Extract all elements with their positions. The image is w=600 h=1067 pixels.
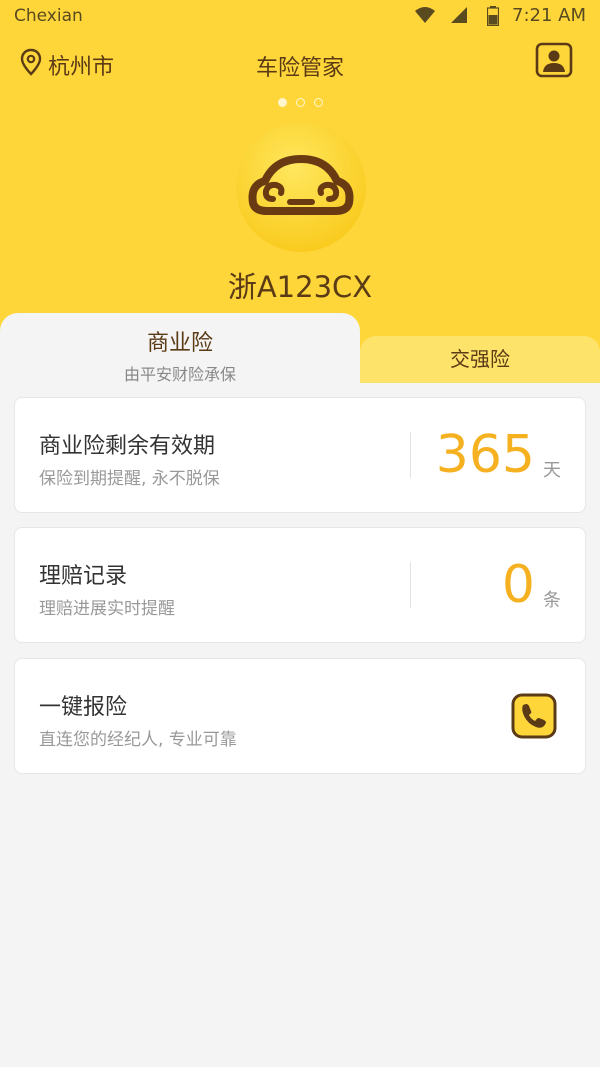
title-bar: 杭州市 车险管家 (0, 40, 600, 88)
report-card[interactable]: 一键报险 直连您的经纪人, 专业可靠 (14, 658, 586, 774)
clock: 7:21 AM (512, 5, 586, 26)
card-divider (410, 432, 411, 478)
customer-service-button[interactable] (534, 42, 574, 78)
phone-icon (511, 693, 557, 739)
agent-icon (535, 42, 573, 78)
tab-subtitle: 由平安财险承保 (123, 365, 236, 384)
tab-compulsory-insurance[interactable]: 交强险 (360, 336, 600, 383)
card-title: 一键报险 (39, 695, 128, 720)
remaining-days-value: 365 (435, 425, 535, 485)
card-title: 商业险剩余有效期 (39, 434, 216, 459)
signal-icon (449, 6, 469, 29)
tab-label: 商业险 (146, 331, 213, 356)
license-plate: 浙A123CX (227, 270, 373, 304)
status-bar: Chexian 7:21 AM (0, 0, 600, 32)
call-agent-button[interactable] (511, 693, 557, 739)
card-divider (410, 562, 411, 608)
days-unit: 天 (543, 460, 561, 481)
card-title: 理赔记录 (39, 564, 128, 589)
wifi-icon (414, 6, 436, 29)
car-avatar[interactable] (235, 121, 367, 253)
carousel-dot[interactable] (295, 98, 305, 107)
count-unit: 条 (543, 590, 561, 611)
card-subtitle: 直连您的经纪人, 专业可靠 (39, 730, 237, 750)
card-subtitle: 理赔进展实时提醒 (39, 599, 175, 619)
carousel-indicator (0, 98, 600, 107)
page-title: 车险管家 (255, 56, 344, 81)
car-face-icon (236, 122, 366, 252)
claims-count-value: 0 (501, 555, 535, 615)
carrier-label: Chexian (14, 6, 83, 26)
card-subtitle: 保险到期提醒, 永不脱保 (39, 469, 220, 489)
battery-icon (486, 6, 500, 31)
carousel-dot[interactable] (313, 98, 323, 107)
tab-commercial-insurance[interactable]: 商业险 由平安财险承保 (0, 313, 360, 384)
tab-label: 交强险 (450, 347, 510, 371)
validity-card[interactable]: 商业险剩余有效期 保险到期提醒, 永不脱保 365 天 (14, 397, 586, 513)
claims-card[interactable]: 理赔记录 理赔进展实时提醒 0 条 (14, 527, 586, 643)
carousel-dot[interactable] (277, 98, 287, 107)
